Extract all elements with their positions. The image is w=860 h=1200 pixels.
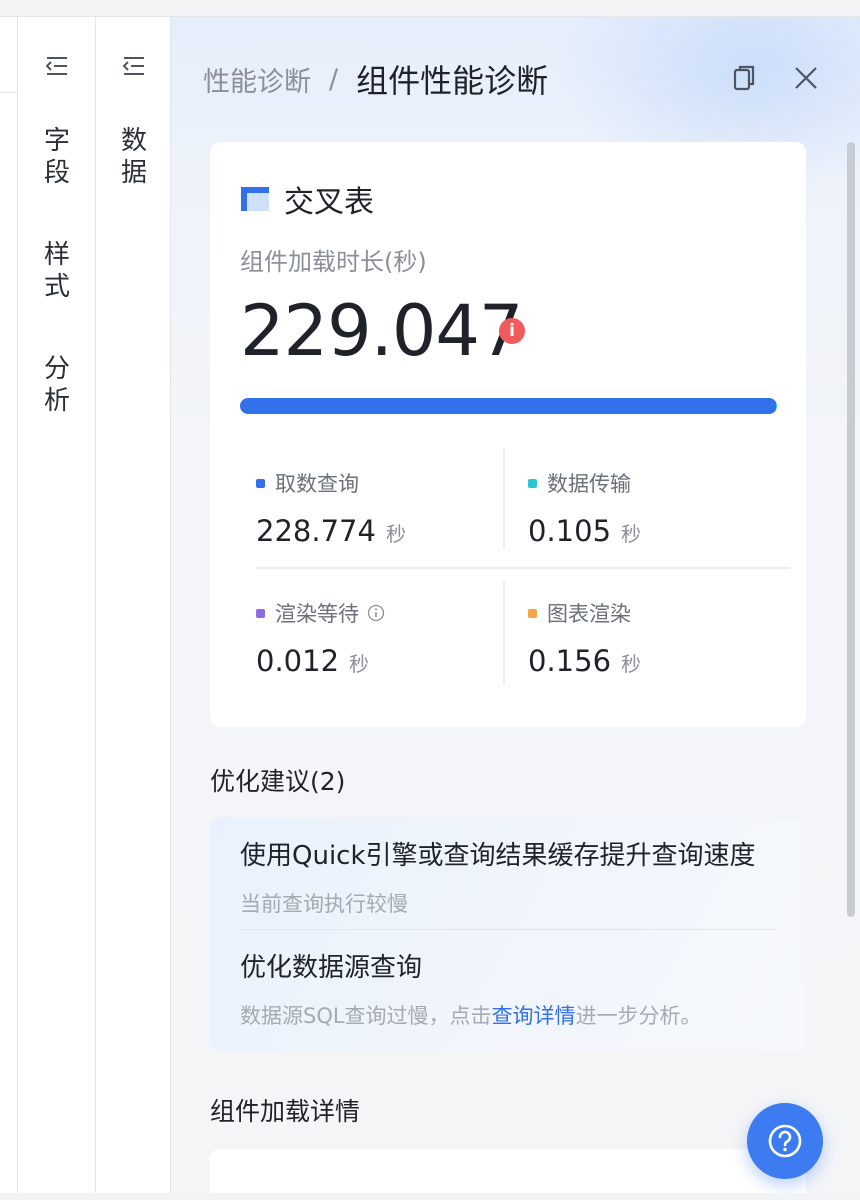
config-tabs-column: 字 段 样 式 分 析 (18, 17, 96, 1200)
tab-style[interactable]: 样 式 (42, 239, 72, 303)
breadcrumb-parent[interactable]: 性能诊断 (203, 60, 311, 99)
legend-dot (528, 478, 537, 488)
breadcrumb: 性能诊断 / 组件性能诊断 (203, 57, 548, 101)
indent-collapse-icon[interactable] (44, 53, 70, 79)
copy-icon (733, 65, 755, 91)
legend-dot (256, 608, 265, 618)
legend-dot (256, 478, 265, 488)
load-time-card: 交叉表 组件加载时长(秒) 229.047 i 取数查询 228.774 秒 数据… (210, 142, 806, 727)
suggestion-item: 优化数据源查询 数据源SQL查询过慢，点击查询详情进一步分析。 (240, 953, 702, 1028)
crosstab-icon (241, 187, 269, 211)
breakdown-transfer: 数据传输 0.105 秒 (528, 472, 642, 548)
info-icon[interactable] (367, 604, 385, 622)
bar-segment-fetch (240, 398, 777, 414)
close-button[interactable] (789, 61, 823, 95)
tab-analysis[interactable]: 分 析 (42, 353, 72, 417)
load-time-value: 229.047 (240, 290, 523, 372)
suggestions-title: 优化建议(2) (210, 767, 346, 796)
breakdown-render-wait: 渲染等待 0.012 秒 (256, 599, 385, 678)
canvas-edge (0, 17, 18, 1200)
bottom-edge (0, 1193, 860, 1200)
load-details-card (210, 1149, 806, 1193)
close-icon (795, 67, 817, 89)
performance-diagnosis-panel: 性能诊断 / 组件性能诊断 交叉表 组件加载时长(秒) 229.047 i 取数… (171, 17, 860, 1193)
copy-button[interactable] (728, 61, 762, 95)
tab-fields[interactable]: 字 段 (42, 125, 72, 189)
top-toolbar-strip (0, 0, 860, 17)
breakdown-fetch: 取数查询 228.774 秒 (256, 472, 406, 548)
load-details-title: 组件加载详情 (210, 1097, 361, 1126)
component-title: 交叉表 (240, 177, 374, 221)
query-details-link[interactable]: 查询详情 (492, 1004, 576, 1028)
info-icon[interactable]: i (499, 318, 525, 344)
breakdown-chart-render: 图表渲染 0.156 秒 (528, 602, 642, 678)
component-name: 交叉表 (284, 185, 374, 220)
suggestion-item: 使用Quick引擎或查询结果缓存提升查询速度 当前查询执行较慢 (240, 841, 756, 916)
data-tabs-column: 数 据 (96, 17, 171, 1200)
page-title: 组件性能诊断 (356, 62, 549, 100)
legend-dot (528, 608, 537, 618)
tab-data[interactable]: 数 据 (119, 125, 149, 189)
suggestions-card: 使用Quick引擎或查询结果缓存提升查询速度 当前查询执行较慢 优化数据源查询 … (210, 817, 806, 1052)
help-button[interactable] (747, 1103, 823, 1179)
scrollbar-thumb[interactable] (847, 142, 855, 917)
breadcrumb-separator: / (329, 63, 339, 95)
load-time-progress-bar (240, 398, 777, 414)
metric-label: 组件加载时长(秒) (240, 248, 427, 276)
scrollbar[interactable] (845, 142, 857, 917)
indent-collapse-icon[interactable] (121, 53, 147, 79)
help-icon (768, 1124, 802, 1158)
breakdown-grid: 取数查询 228.774 秒 数据传输 0.105 秒 渲染等待 0.012 秒 图表 (240, 449, 806, 689)
